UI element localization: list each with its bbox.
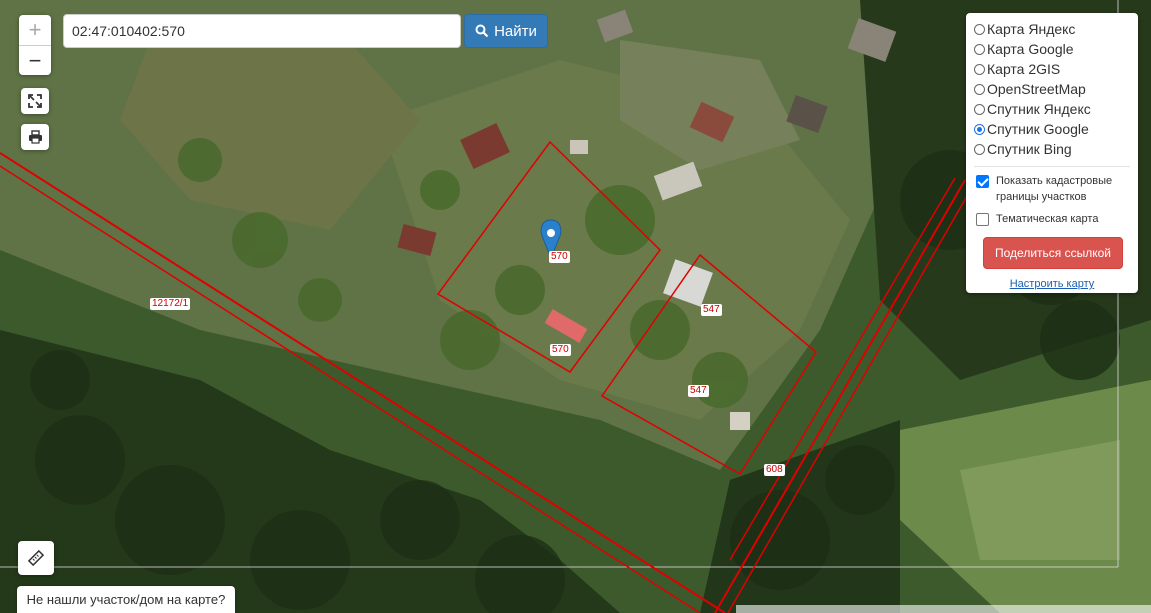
ruler-icon <box>27 549 45 567</box>
layer-option[interactable]: Карта Яндекс <box>974 19 1130 39</box>
radio-button[interactable] <box>974 123 985 135</box>
parcel-label: 12172/1 <box>150 298 191 310</box>
layer-option[interactable]: Спутник Яндекс <box>974 99 1130 119</box>
search-button-label: Найти <box>494 22 537 40</box>
layer-option[interactable]: Спутник Google <box>974 119 1130 139</box>
layer-option[interactable]: Спутник Bing <box>974 139 1130 159</box>
layer-option[interactable]: OpenStreetMap <box>974 79 1130 99</box>
zoom-control: + − <box>19 15 51 75</box>
radio-button[interactable] <box>974 23 985 35</box>
search-button[interactable]: Найти <box>464 14 548 48</box>
layer-panel: Карта Яндекс Карта Google Карта 2GIS Ope… <box>966 13 1138 293</box>
checkbox[interactable] <box>976 213 989 226</box>
not-found-button[interactable]: Не нашли участок/дом на карте? <box>17 586 235 613</box>
radio-button[interactable] <box>974 63 985 75</box>
layer-option[interactable]: Карта Google <box>974 39 1130 59</box>
measure-button[interactable] <box>18 541 54 575</box>
basemap-options: Карта Яндекс Карта Google Карта 2GIS Ope… <box>974 19 1130 159</box>
radio-button[interactable] <box>974 83 985 95</box>
map-attribution <box>736 605 1151 613</box>
parcel-label: 547 <box>688 385 709 397</box>
expand-icon <box>28 94 42 108</box>
radio-button[interactable] <box>974 143 985 155</box>
radio-button[interactable] <box>974 43 985 55</box>
checkbox[interactable] <box>976 175 989 188</box>
print-icon <box>28 130 42 144</box>
cadastral-toggle[interactable]: Показать кадастровые границы участков <box>974 173 1130 205</box>
search-icon <box>475 24 489 38</box>
share-link-button[interactable]: Поделиться ссылкой <box>983 237 1123 269</box>
radio-button[interactable] <box>974 103 985 115</box>
parcel-label: 570 <box>549 251 570 263</box>
configure-map-link[interactable]: Настроить карту <box>974 278 1130 290</box>
divider <box>974 166 1130 167</box>
zoom-out-button[interactable]: − <box>19 46 51 76</box>
print-button[interactable] <box>21 124 49 150</box>
parcel-label: 547 <box>701 304 722 316</box>
parcel-label: 570 <box>550 344 571 356</box>
layer-option[interactable]: Карта 2GIS <box>974 59 1130 79</box>
thematic-toggle[interactable]: Тематическая карта <box>974 211 1130 227</box>
fullscreen-button[interactable] <box>21 88 49 114</box>
search-input[interactable] <box>63 14 461 48</box>
zoom-in-button[interactable]: + <box>19 15 51 46</box>
parcel-label: 608 <box>764 464 785 476</box>
